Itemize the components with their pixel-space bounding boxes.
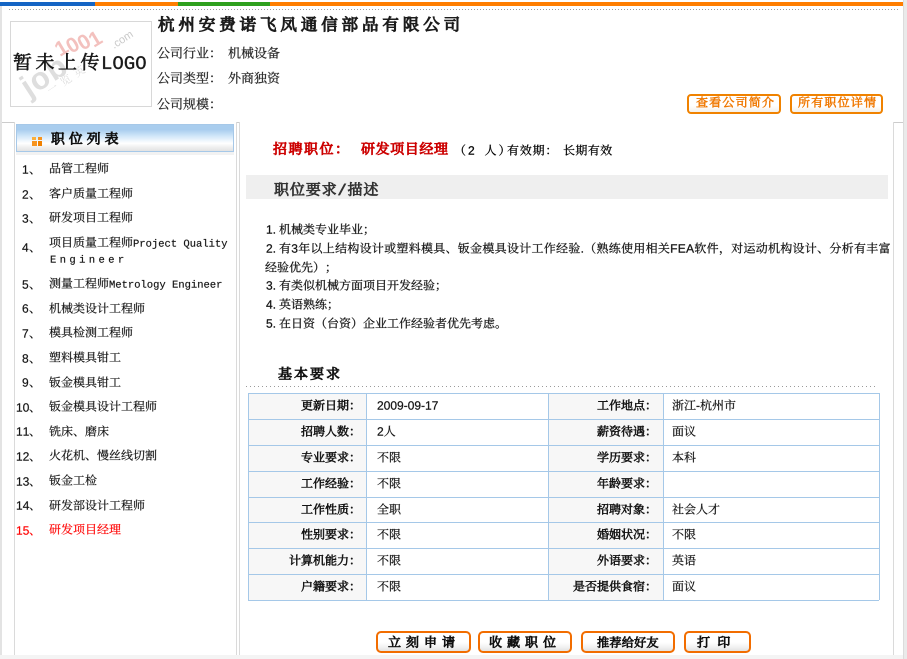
svg-text:.com: .com <box>109 28 136 51</box>
